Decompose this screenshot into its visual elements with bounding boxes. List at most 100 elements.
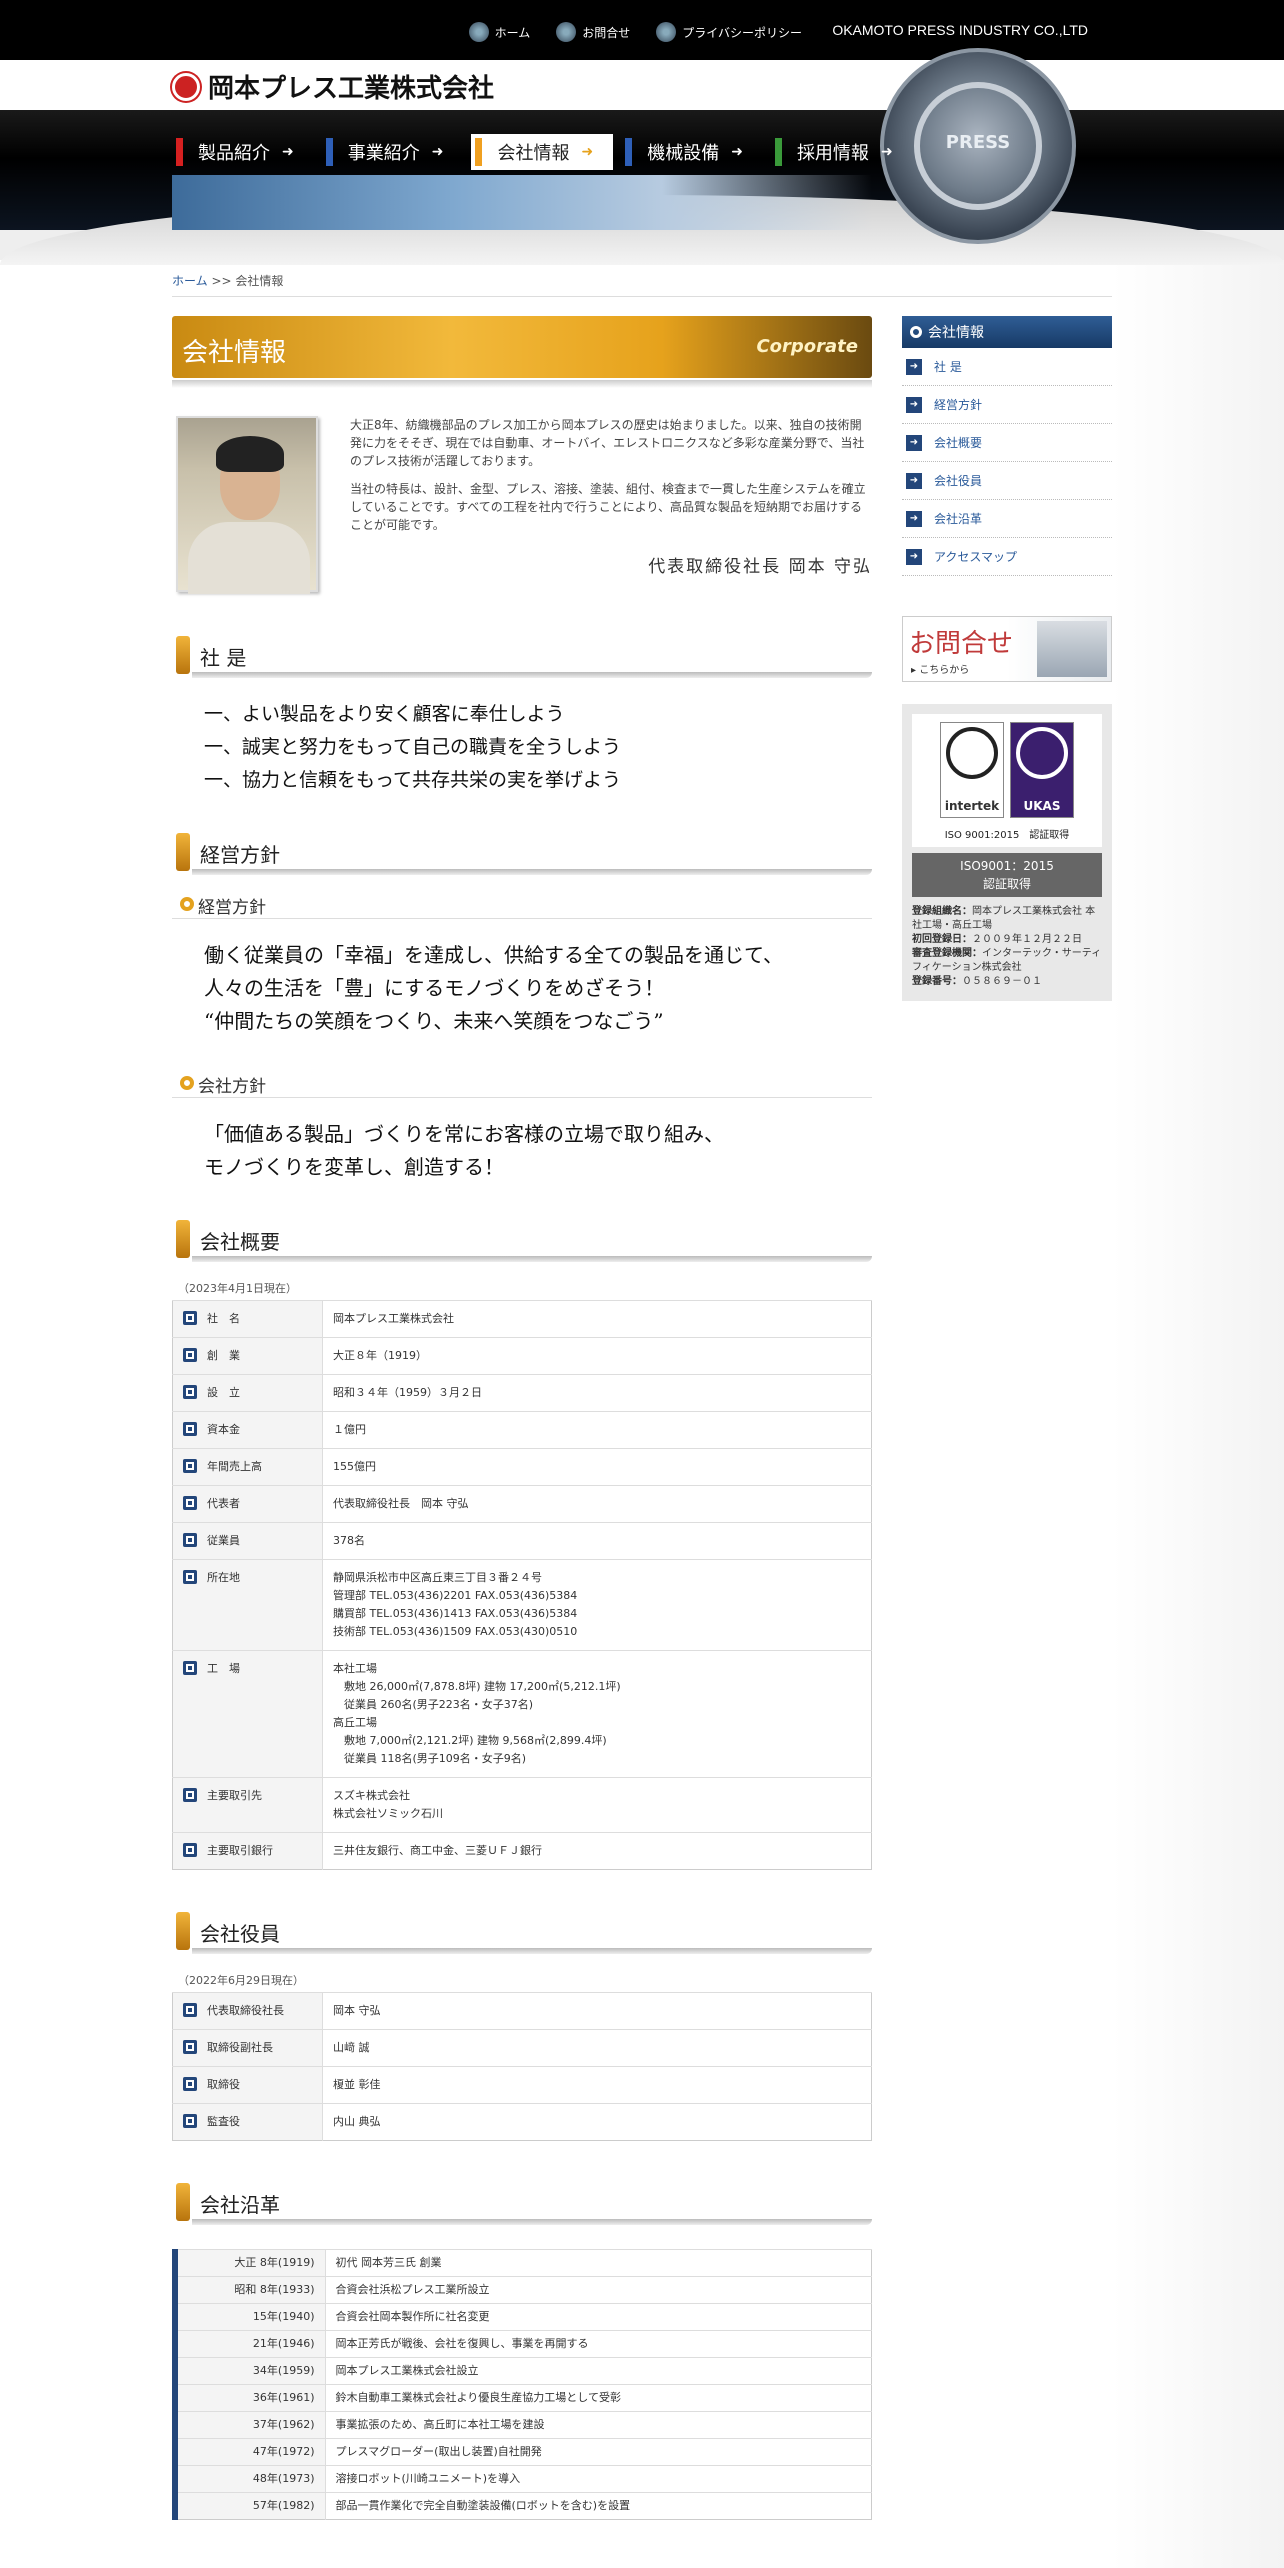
- factory-banner: [172, 175, 872, 230]
- sidebar-item-0[interactable]: ➜ 社 是: [902, 348, 1112, 386]
- breadcrumb-home[interactable]: ホーム: [172, 274, 208, 288]
- nav-label: 製品紹介: [198, 143, 270, 164]
- nav-equipment[interactable]: 機械設備 ➜: [621, 134, 763, 170]
- arrow-right-icon: ➜: [431, 144, 444, 160]
- page-subtitle: Corporate: [756, 336, 858, 357]
- president-message: 大正8年、紡織機部品のプレス加工から岡本プレスの歴史は始まりました。以来、独自の…: [172, 416, 872, 616]
- row-label: 設 立: [172, 1374, 323, 1412]
- row-label: 工 場: [172, 1650, 323, 1778]
- section-heading-motto: 社 是: [172, 630, 872, 678]
- officer-row: 取締役副社長 山﨑 誠: [172, 2029, 872, 2067]
- nav-business[interactable]: 事業紹介 ➜: [322, 134, 464, 170]
- section-title: 会社概要: [200, 1230, 280, 1254]
- nav-label: 採用情報: [796, 143, 869, 164]
- left-margin: [0, 260, 172, 2568]
- sidebar-item-3[interactable]: ➜ 会社役員: [902, 462, 1112, 500]
- intro-paragraph: 当社の特長は、設計、金型、プレス、溶接、塗装、組付、検査まで一貫した生産システム…: [350, 482, 866, 532]
- row-value: 378名: [322, 1522, 872, 1560]
- overview-row: 代表者 代表取締役社長 岡本 守弘: [172, 1485, 872, 1523]
- iso-details: 登録組織名：岡本プレス工業株式会社 本社工場・高丘工場初回登録日：２００９年１２…: [912, 905, 1102, 989]
- nav-company[interactable]: 会社情報 ➜: [471, 134, 614, 170]
- circle-icon: [910, 326, 922, 338]
- row-label: 年間売上高: [172, 1448, 323, 1486]
- history-event: 岡本プレス工業株式会社設立: [325, 2357, 872, 2385]
- row-value: 本社工場 敷地 26,000㎡(7,878.8坪) 建物 17,200㎡(5,2…: [322, 1650, 872, 1778]
- history-event: 岡本正芳氏が戦後、会社を復興し、事業を再開する: [325, 2330, 872, 2358]
- history-row: 48年(1973) 溶接ロボット(川崎ユニメート)を導入: [172, 2465, 872, 2493]
- row-value: 155億円: [322, 1448, 872, 1486]
- row-value: 岡本プレス工業株式会社: [322, 1300, 872, 1338]
- sidebar-item-4[interactable]: ➜ 会社沿革: [902, 500, 1112, 538]
- overview-row: 設 立昭和３４年（1959）３月２日: [172, 1374, 872, 1412]
- sidebar-heading: 会社情報: [902, 316, 1112, 348]
- history-row: 15年(1940) 合資会社岡本製作所に社名変更: [172, 2303, 872, 2331]
- as-of-date: （2022年6月29日現在）: [178, 1974, 304, 1987]
- breadcrumb-current: 会社情報: [235, 274, 284, 288]
- section-title: 会社役員: [200, 1922, 280, 1946]
- overview-row: 主要取引先 スズキ株式会社 株式会社ソミック石川: [172, 1777, 872, 1833]
- home-icon: [468, 22, 489, 42]
- policy-line: 「価値ある製品」づくりを常にお客様の立場で取り組み、: [204, 1122, 724, 1146]
- history-year: 36年(1961): [172, 2384, 326, 2412]
- overview-row: 資本金 １億円: [172, 1411, 872, 1449]
- sidebar-item-2[interactable]: ➜ 会社概要: [902, 424, 1112, 462]
- history-row: 34年(1959) 岡本プレス工業株式会社設立: [172, 2357, 872, 2385]
- logo-mark-icon: [172, 72, 200, 101]
- contact-title: お問合せ: [909, 629, 1014, 659]
- row-label: 創 業: [172, 1337, 323, 1375]
- policy-line: 働く従業員の「幸福」を達成し、供給する全ての製品を通じて、: [204, 943, 783, 967]
- history-row: 昭和 8年(1933) 合資会社浜松プレス工業所設立: [172, 2276, 872, 2304]
- arrow-right-icon: ➜: [906, 358, 922, 375]
- overview-row: 年間売上高 155億円: [172, 1448, 872, 1486]
- history-event: 事業拡張のため、高丘町に本社工場を建設: [325, 2411, 872, 2439]
- row-value: 昭和３４年（1959）３月２日: [322, 1374, 872, 1412]
- sidebar-item-label: 会社役員: [934, 474, 983, 488]
- sidebar-item-5[interactable]: ➜ アクセスマップ: [902, 538, 1112, 576]
- globe-icon: [946, 727, 998, 779]
- top-links: ホーム お問合せ プライバシーポリシー: [468, 22, 802, 42]
- nav-recruit[interactable]: 採用情報 ➜: [771, 134, 913, 170]
- row-label: 取締役: [172, 2066, 323, 2104]
- overview-row: 主要取引銀行 三井住友銀行、商工中金、三菱ＵＦＪ銀行: [172, 1832, 872, 1870]
- iso-detail-line: 登録番号：０５８６９－０１: [912, 976, 1042, 987]
- top-link-home[interactable]: ホーム: [468, 22, 530, 42]
- row-value: 代表取締役社長 岡本 守弘: [322, 1485, 872, 1523]
- history-year: 昭和 8年(1933): [172, 2276, 326, 2304]
- history-year: 大正 8年(1919): [172, 2249, 326, 2277]
- policy-line: 人々の生活を「豊」にするモノづくりをめざそう！: [204, 976, 665, 1000]
- officer-row: 代表取締役社長 岡本 守弘: [172, 1992, 872, 2030]
- iso-caption: ISO 9001:2015 認証取得: [912, 826, 1102, 847]
- history-event: 初代 岡本芳三氏 創業: [325, 2249, 872, 2277]
- company-name: 岡本プレス工業株式会社: [208, 74, 495, 104]
- policy-line: “仲間たちの笑顔をつくり、未来へ笑顔をつなごう”: [204, 1009, 664, 1033]
- page-hero: 会社情報 Corporate: [172, 316, 872, 378]
- row-label: 主要取引先: [172, 1777, 323, 1833]
- company-overview-table: 社 名岡本プレス工業株式会社創 業大正８年（1919）設 立昭和３４年（1959…: [172, 1300, 872, 1870]
- sidebar-item-1[interactable]: ➜ 経営方針: [902, 386, 1112, 424]
- privacy-icon: [656, 22, 677, 42]
- main-nav: 製品紹介 ➜ 事業紹介 ➜ 会社情報 ➜ 機械設備 ➜ 採用情報 ➜: [172, 134, 913, 170]
- top-link-contact[interactable]: お問合せ: [556, 22, 630, 42]
- history-year: 37年(1962): [172, 2411, 326, 2439]
- row-value: 岡本 守弘: [322, 1992, 872, 2030]
- brand-english: OKAMOTO PRESS INDUSTRY CO.,LTD: [832, 22, 1088, 38]
- officer-row: 監査役 内山 典弘: [172, 2103, 872, 2141]
- nav-products[interactable]: 製品紹介 ➜: [172, 134, 314, 170]
- row-value: スズキ株式会社 株式会社ソミック石川: [322, 1777, 872, 1833]
- row-label: 監査役: [172, 2103, 323, 2141]
- history-year: 34年(1959): [172, 2357, 326, 2385]
- history-event: 合資会社岡本製作所に社名変更: [325, 2303, 872, 2331]
- iso-detail-line: 初回登録日：２００９年１２月２２日: [912, 934, 1082, 945]
- iso-detail-line: 登録組織名：岡本プレス工業株式会社 本社工場・高丘工場: [912, 906, 1096, 931]
- section-title: 社 是: [200, 646, 247, 670]
- motto-line: 一、よい製品をより安く顧客に奉仕しよう: [204, 703, 565, 725]
- section-heading-officers: 会社役員: [172, 1906, 872, 1954]
- contact-banner[interactable]: お問合せ こちらから: [902, 616, 1112, 682]
- nav-label: 会社情報: [497, 143, 570, 164]
- officer-row: 取締役 榎並 彰佳: [172, 2066, 872, 2104]
- section-title: 会社沿革: [200, 2193, 280, 2217]
- company-logo[interactable]: 岡本プレス工業株式会社: [172, 68, 494, 105]
- row-value: 大正８年（1919）: [322, 1337, 872, 1375]
- top-link-privacy[interactable]: プライバシーポリシー: [656, 22, 802, 42]
- management-policy: 働く従業員の「幸福」を達成し、供給する全ての製品を通じて、 人々の生活を「豊」に…: [172, 919, 872, 1052]
